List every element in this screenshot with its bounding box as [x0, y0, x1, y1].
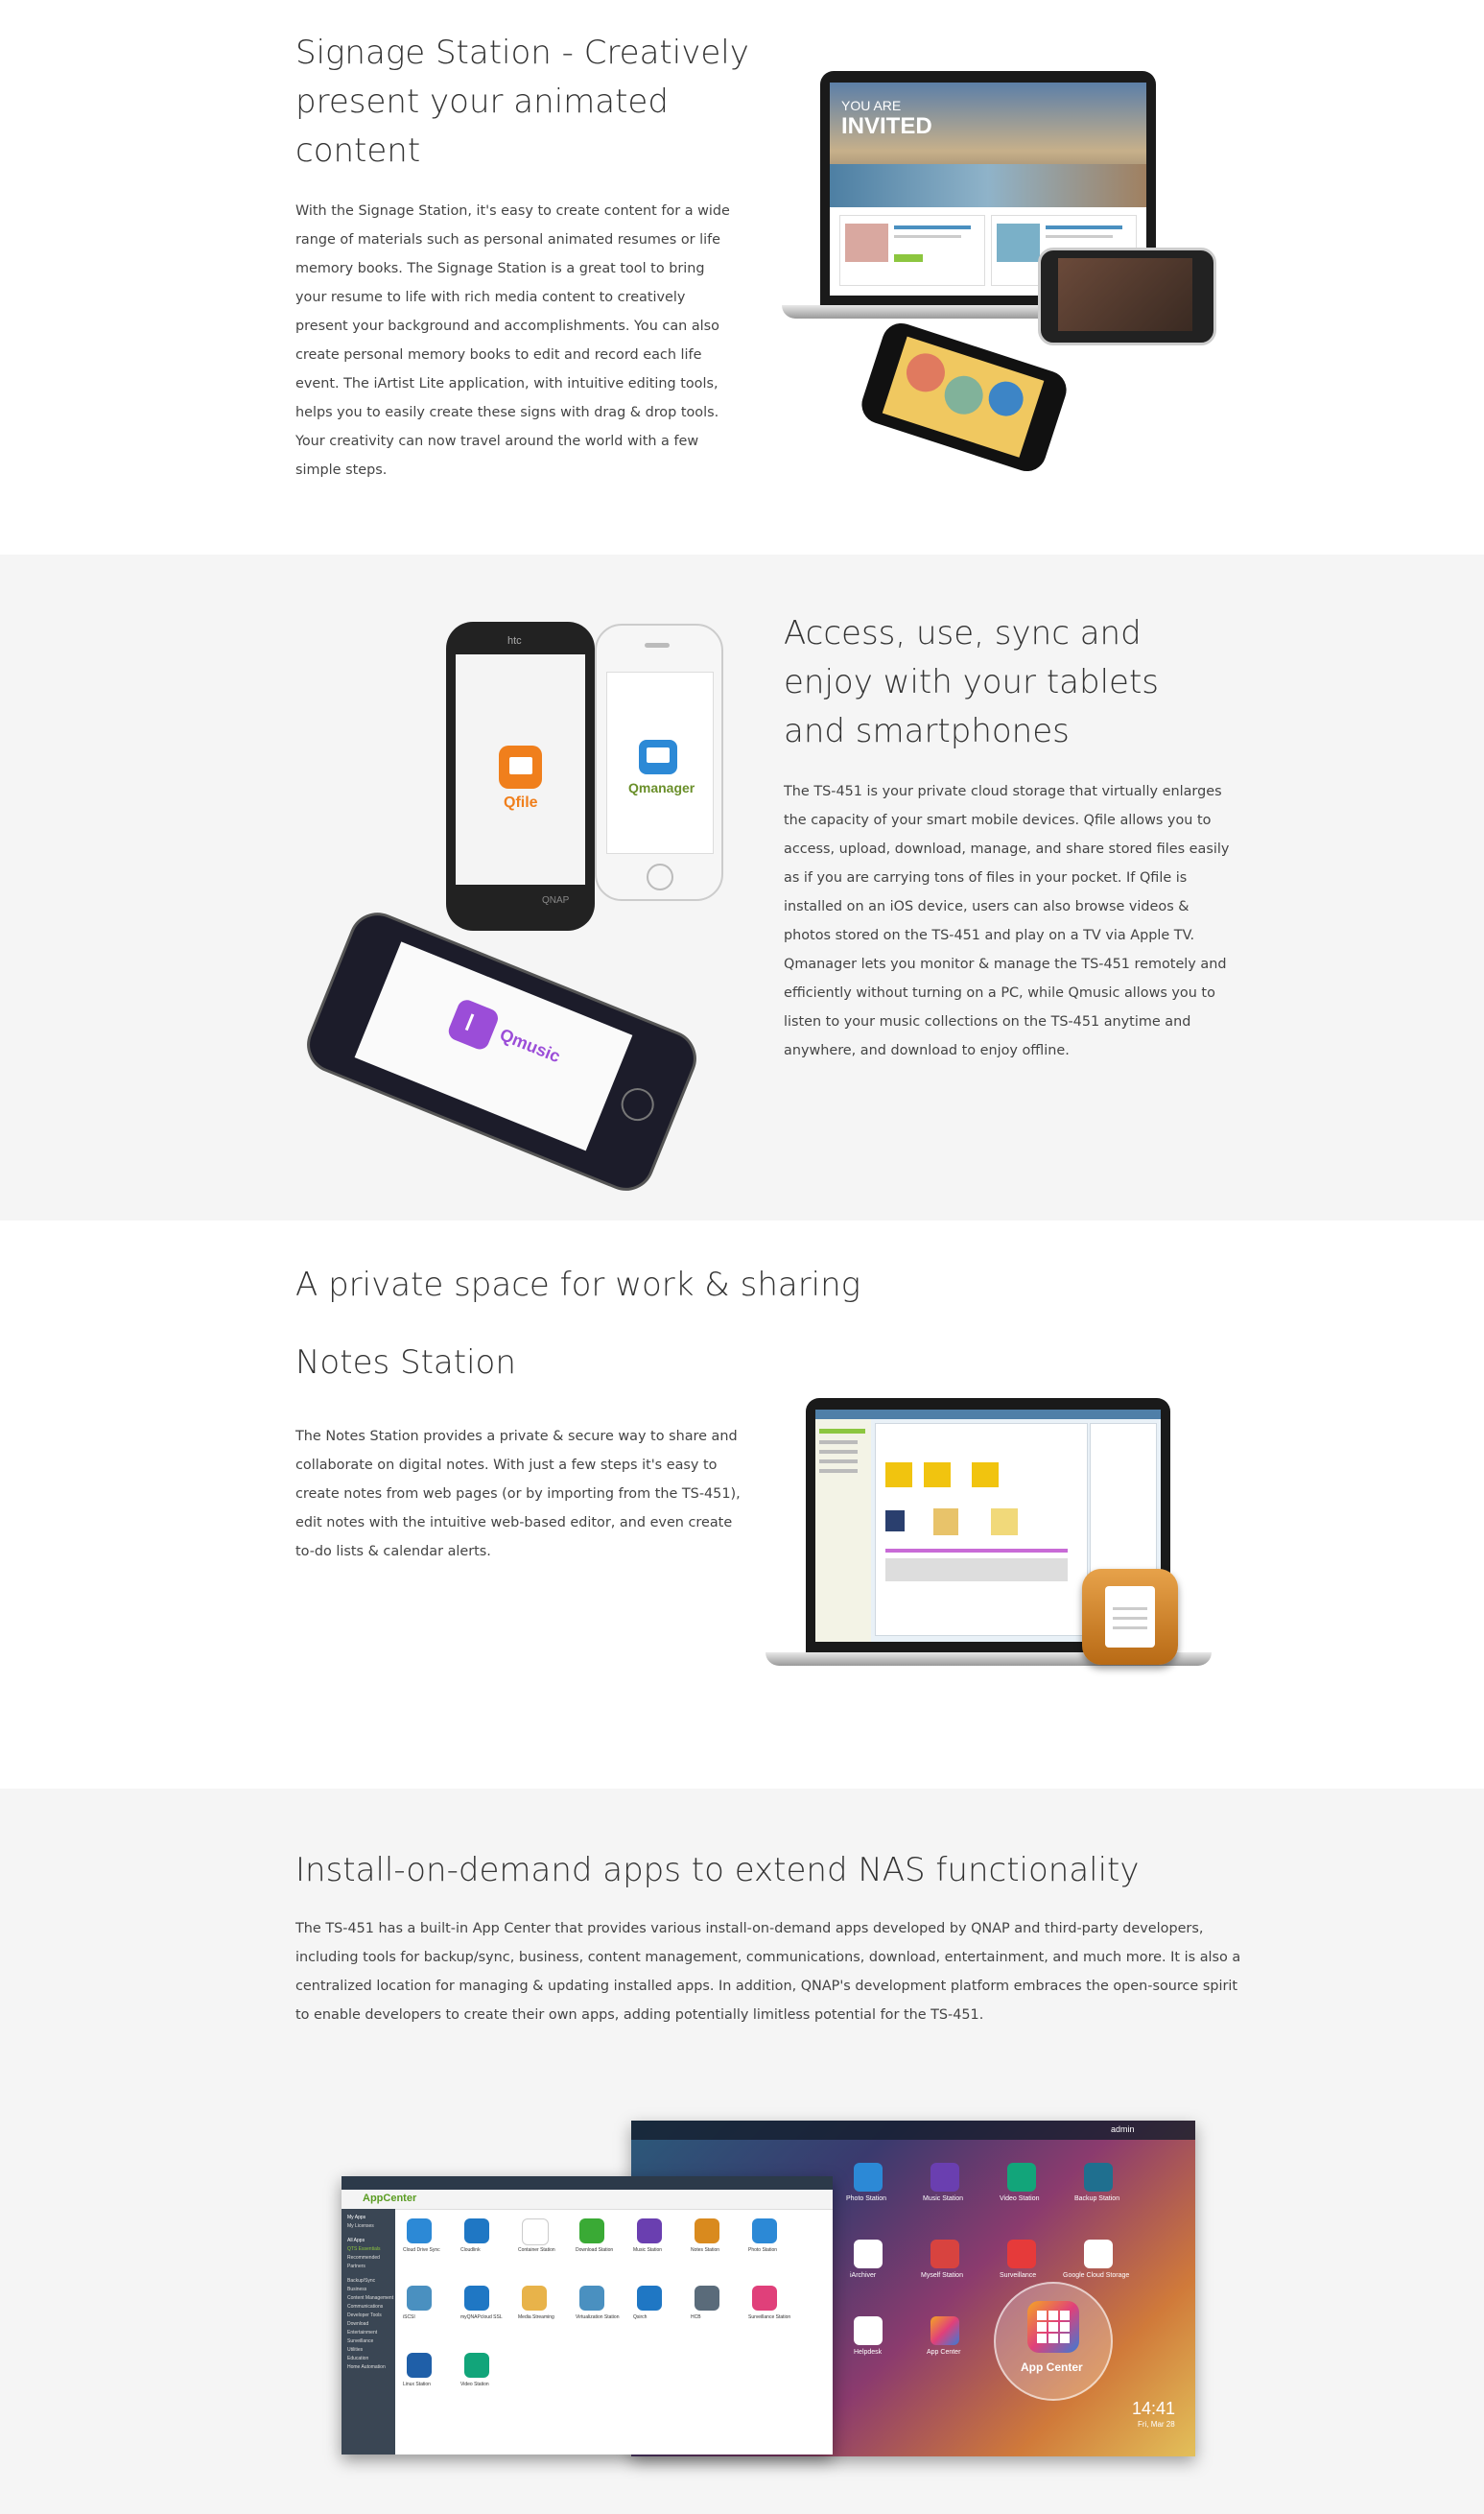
sidebar-item-label: Partners — [347, 2264, 365, 2269]
sidebar-item-label: Recommended — [347, 2255, 380, 2261]
helpdesk-icon — [854, 2316, 883, 2345]
appcenter-grid-icon — [1027, 2301, 1079, 2353]
notes-laptop-image — [766, 1398, 1216, 1686]
appcenter-window-title: AppCenter — [363, 2193, 417, 2204]
sidebar-item-label: Backup/Sync — [347, 2278, 376, 2284]
qmanager-phone-image: Qmanager — [595, 624, 723, 901]
sidebar-item-label: Entertainment — [347, 2330, 378, 2336]
qmusic-label: Qmusic — [497, 1024, 563, 1067]
qmanager-label: Qmanager — [628, 780, 695, 795]
signage-title: Signage Station - Creatively present you… — [295, 34, 749, 170]
signage-body: With the Signage Station, it's easy to c… — [295, 203, 730, 478]
app-tile-label: Cloud Drive Sync — [403, 2247, 440, 2253]
surveillance-icon — [1007, 2240, 1036, 2268]
iarchiver-icon — [854, 2240, 883, 2268]
appcenter-title: Install-on-demand apps to extend NAS fun… — [295, 1851, 1140, 1889]
app-tile-label: Notes Station — [691, 2247, 720, 2253]
app-tile-label: Qsirch — [633, 2314, 648, 2320]
appcenter-window-screenshot: AppCenter My Apps My Licenses All Apps Q… — [342, 2176, 833, 2455]
desktop-icon-label: Music Station — [923, 2195, 964, 2202]
desktop-icon-label: Photo Station — [846, 2195, 887, 2202]
backup-station-icon — [1084, 2163, 1113, 2192]
myself-station-icon — [930, 2240, 959, 2268]
desktop-icon-label: App Center — [927, 2349, 961, 2356]
qmusic-icon — [445, 997, 502, 1053]
app-tile-label: HCB — [691, 2314, 701, 2320]
app-tile-label: myQNAPcloud SSL — [460, 2314, 503, 2320]
desktop-user: admin — [1111, 2124, 1135, 2134]
app-tile-label: Music Station — [633, 2247, 663, 2253]
notes-section: A private space for work & sharing Notes… — [0, 1221, 1484, 1789]
desktop-icon-label: Video Station — [1000, 2195, 1040, 2202]
desktop-icon-label: Google Cloud Storage — [1063, 2272, 1130, 2279]
notes-subtitle: Notes Station — [295, 1343, 516, 1382]
signage-screen-heading-1: YOU ARE — [841, 98, 902, 113]
notes-station-icon — [1082, 1569, 1178, 1665]
appcenter-badge: App Center — [994, 2282, 1113, 2401]
qfile-icon — [499, 746, 542, 789]
sidebar-item-label: Communications — [347, 2304, 384, 2310]
sidebar-item-label: Utilities — [347, 2347, 364, 2353]
app-tile-label: Linux Station — [403, 2382, 431, 2387]
qfile-label: Qfile — [504, 795, 538, 811]
signage-screen-heading-2: INVITED — [841, 113, 932, 139]
desktop-icon-label: Surveillance — [1000, 2272, 1037, 2279]
mobile-section: htc Qfile QNAP Qmanager Qmusic Access, u — [0, 555, 1484, 1221]
app-tile-label: Virtualization Station — [576, 2314, 620, 2320]
signage-section: Signage Station - Creatively present you… — [0, 0, 1484, 555]
desktop-icon-label: iArchiver — [850, 2272, 877, 2279]
desktop-icon-label: Helpdesk — [854, 2349, 883, 2356]
qmanager-icon — [639, 740, 677, 774]
sidebar-item-label: QTS Essentials — [347, 2246, 381, 2252]
sidebar-item-label: Business — [347, 2287, 367, 2292]
desktop-icon-label: Backup Station — [1074, 2195, 1120, 2202]
appcenter-body: The TS-451 has a built-in App Center tha… — [295, 1921, 1241, 2023]
app-tile-label: Cloudlink — [460, 2247, 481, 2253]
htc-phone-image: htc Qfile QNAP — [446, 622, 595, 931]
mobile-body: The TS-451 is your private cloud storage… — [784, 784, 1230, 1058]
sidebar-item-label: Content Management — [347, 2295, 394, 2301]
notes-body: The Notes Station provides a private & s… — [295, 1429, 741, 1559]
app-tile-label: Download Station — [576, 2247, 614, 2253]
qmusic-phone-image: Qmusic — [298, 904, 705, 1199]
app-tile-label: Photo Station — [748, 2247, 778, 2253]
appcenter-small-icon — [930, 2316, 959, 2345]
htc-brand: htc — [507, 635, 522, 647]
sidebar-item-label: All Apps — [347, 2238, 365, 2243]
cloud-storage-icon — [1084, 2240, 1113, 2268]
sidebar-item-label: Education — [347, 2356, 369, 2361]
appcenter-sidebar: My Apps My Licenses All Apps QTS Essenti… — [342, 2209, 395, 2455]
sidebar-item-label: Developer Tools — [347, 2312, 382, 2318]
qnap-brand: QNAP — [542, 895, 570, 906]
appcenter-app-grid: Cloud Drive Sync Cloudlink Container Sta… — [403, 2215, 825, 2445]
appcenter-badge-label: App Center — [1021, 2360, 1083, 2374]
photo-station-icon — [854, 2163, 883, 2192]
desktop-icon-label: Myself Station — [921, 2272, 963, 2279]
sidebar-item-label: Home Automation — [347, 2364, 386, 2370]
sidebar-item-label: My Licenses — [347, 2223, 374, 2229]
sidebar-item-label: Surveillance — [347, 2338, 374, 2344]
app-tile-label: Video Station — [460, 2382, 489, 2387]
video-station-icon — [1007, 2163, 1036, 2192]
appcenter-section: Install-on-demand apps to extend NAS fun… — [0, 1789, 1484, 2514]
app-tile-label: Container Station — [518, 2247, 555, 2253]
notes-title: A private space for work & sharing — [295, 1266, 861, 1304]
mobile-title: Access, use, sync and enjoy with your ta… — [784, 614, 1159, 750]
desktop-clock-time: 14:41 — [1132, 2399, 1176, 2418]
app-tile-label: Media Streaming — [518, 2314, 554, 2320]
app-tile-label: iSCSI — [403, 2314, 415, 2320]
desktop-clock-date: Fri, Mar 28 — [1138, 2420, 1175, 2429]
app-tile-label: Surveillance Station — [748, 2314, 791, 2320]
sidebar-item-label: Download — [347, 2321, 369, 2327]
sidebar-item-label: My Apps — [347, 2215, 366, 2220]
music-station-icon — [930, 2163, 959, 2192]
signage-phone-landscape-image — [1038, 248, 1216, 345]
